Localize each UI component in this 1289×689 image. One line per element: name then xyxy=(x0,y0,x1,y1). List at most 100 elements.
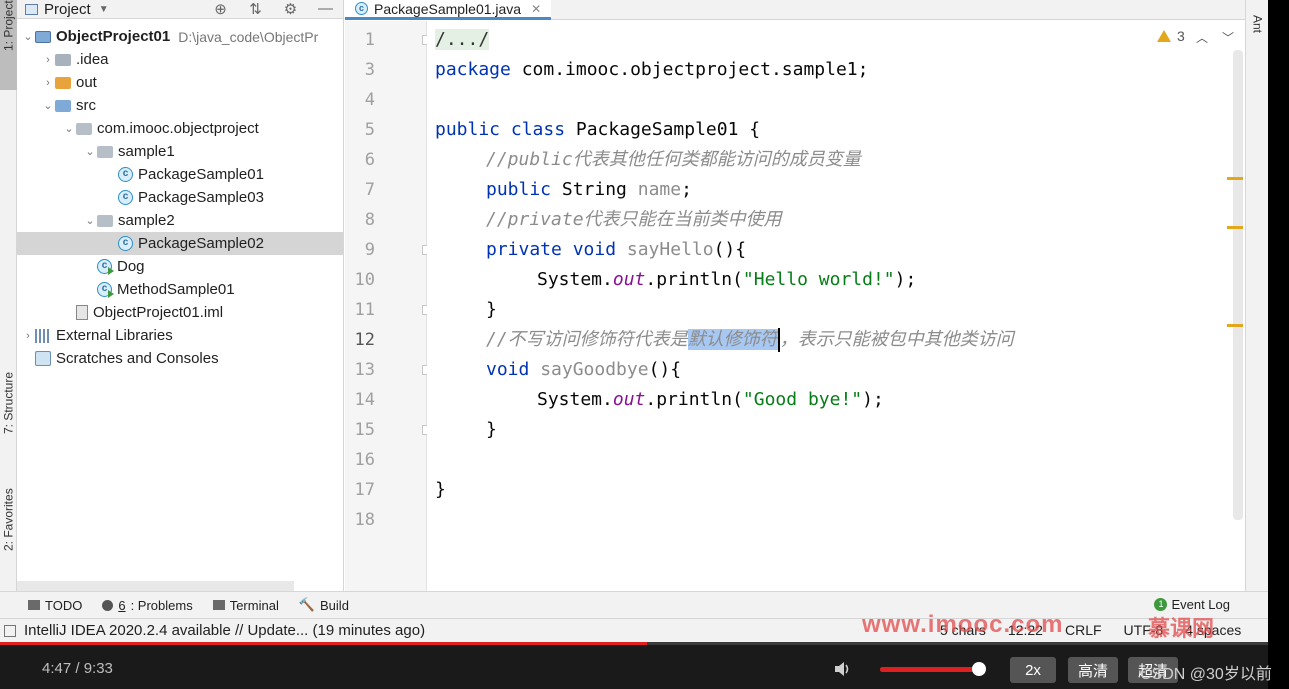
terminal-icon xyxy=(212,600,225,610)
chevron-right-icon[interactable]: › xyxy=(41,54,55,66)
ant-tool-tab[interactable]: Ant xyxy=(1249,4,1266,44)
tree-item[interactable]: ⌄ sample2 xyxy=(17,209,343,232)
playback-speed-button[interactable]: 2x xyxy=(1010,657,1056,683)
tree-item[interactable]: ⌄ src xyxy=(17,94,343,117)
event-log-label: Event Log xyxy=(1171,597,1230,612)
structure-tool-tab[interactable]: 7: Structure xyxy=(0,372,17,466)
terminal-tab-label: Terminal xyxy=(229,597,279,613)
editor-gutter[interactable]: 1 3 4 5 6 7 8 9 10 11 12 13 14 15 16 17 18 xyxy=(345,21,432,591)
package-icon xyxy=(76,122,92,135)
tree-item[interactable]: c PackageSample01 xyxy=(17,163,343,186)
class-icon: c xyxy=(355,2,368,15)
tree-item[interactable]: Scratches and Consoles xyxy=(17,347,343,370)
chevron-right-icon[interactable]: › xyxy=(21,330,35,342)
warning-marker[interactable] xyxy=(1227,177,1243,180)
tree-item[interactable]: ObjectProject01.iml xyxy=(17,301,343,324)
warning-marker[interactable] xyxy=(1227,324,1243,327)
folded-imports[interactable]: /.../ xyxy=(435,29,490,50)
chevron-down-icon[interactable]: ▼ xyxy=(99,4,109,15)
tree-item[interactable]: › out xyxy=(17,71,343,94)
line-number: 16 xyxy=(354,450,375,470)
editor-vertical-scrollbar[interactable] xyxy=(1233,50,1243,520)
favorites-tool-tab-label: 2: Favorites xyxy=(1,488,16,551)
code-line-6: //public代表其他任何类都能访问的成员变量 xyxy=(486,149,861,170)
inspection-widget[interactable]: 3 xyxy=(1157,28,1185,44)
chevron-down-icon[interactable]: ⌄ xyxy=(62,122,76,135)
warning-icon xyxy=(1157,30,1171,42)
status-toggle-icon[interactable] xyxy=(4,624,16,637)
volume-slider[interactable] xyxy=(880,667,980,672)
project-view-icon xyxy=(25,3,38,15)
volume-knob[interactable] xyxy=(972,662,986,676)
todo-tab[interactable]: TODO xyxy=(0,598,92,613)
tree-item[interactable]: › External Libraries xyxy=(17,324,343,347)
tree-item[interactable]: c PackageSample03 xyxy=(17,186,343,209)
tree-item[interactable]: ⌄ ObjectProject01 D:\java_code\ObjectPr xyxy=(17,25,343,48)
imooc-watermark-cn: 慕课网 xyxy=(1148,616,1215,641)
tree-item-label: sample1 xyxy=(118,143,175,160)
code-line-9: private void sayHello(){ xyxy=(486,239,747,260)
line-separator[interactable]: CRLF xyxy=(1065,622,1102,638)
project-tool-tab[interactable]: 1: Project xyxy=(0,0,17,90)
line-number: 17 xyxy=(354,480,375,500)
line-number: 6 xyxy=(364,150,375,170)
minimize-icon[interactable]: — xyxy=(308,0,343,18)
terminal-tab[interactable]: Terminal xyxy=(203,598,289,613)
tree-item[interactable]: c MethodSample01 xyxy=(17,278,343,301)
class-icon: c xyxy=(118,190,133,205)
locate-icon[interactable]: ⊕ xyxy=(203,0,238,18)
volume-icon[interactable] xyxy=(832,659,852,679)
line-number: 13 xyxy=(354,360,375,380)
right-tool-stripe: Ant xyxy=(1245,0,1268,591)
highlight-navigation: ︿ ﹀ xyxy=(1196,29,1234,46)
code-line-12: //不写访问修饰符代表是默认修饰符 ，表示只能被包中其他类访问 xyxy=(486,328,1014,352)
chevron-down-icon[interactable]: ⌄ xyxy=(41,99,55,112)
structure-tool-tab-label: 7: Structure xyxy=(1,372,16,435)
close-icon[interactable]: ✕ xyxy=(531,2,541,16)
project-panel-title[interactable]: Project xyxy=(44,1,91,18)
editor-tab-bar: c PackageSample01.java ✕ xyxy=(345,0,1245,20)
project-horizontal-scrollbar[interactable] xyxy=(17,581,294,591)
tree-item[interactable]: c Dog xyxy=(17,255,343,278)
favorites-tool-tab[interactable]: 2: Favorites xyxy=(0,488,17,580)
tree-item[interactable]: c PackageSample02 xyxy=(17,232,343,255)
video-letterbox xyxy=(1268,0,1289,689)
line-number: 11 xyxy=(354,300,375,320)
quality-button[interactable]: 高清 xyxy=(1068,657,1118,683)
collapse-all-icon[interactable]: ⇅ xyxy=(238,0,273,18)
tree-item[interactable]: ⌄ sample1 xyxy=(17,140,343,163)
warning-marker[interactable] xyxy=(1227,226,1243,229)
project-tool-tab-label: 1: Project xyxy=(1,0,16,51)
chevron-down-icon[interactable]: ⌄ xyxy=(83,145,97,158)
line-number: 10 xyxy=(354,270,375,290)
tree-item-label: ObjectProject01 xyxy=(56,28,171,45)
hammer-icon: 🔨 xyxy=(298,597,316,612)
line-number: 15 xyxy=(354,420,375,440)
chevron-down-icon[interactable]: ⌄ xyxy=(83,214,97,227)
tree-item-label: MethodSample01 xyxy=(117,281,235,298)
tree-item-label: PackageSample03 xyxy=(138,189,264,206)
tree-item[interactable]: › .idea xyxy=(17,48,343,71)
chevron-up-icon[interactable]: ︿ xyxy=(1196,29,1208,46)
csdn-watermark: CSDN @30岁以前 xyxy=(1140,666,1272,683)
problems-tab[interactable]: 6: Problems xyxy=(92,598,202,613)
video-progress-bar[interactable] xyxy=(0,642,1268,645)
gear-icon[interactable]: ⚙ xyxy=(273,0,308,18)
problems-tab-label: : Problems xyxy=(130,597,193,613)
module-icon xyxy=(35,30,51,43)
chevron-down-icon[interactable]: ⌄ xyxy=(21,30,35,43)
code-editor[interactable]: /.../ package com.imooc.objectproject.sa… xyxy=(427,21,1245,591)
event-log-tab[interactable]: 1 Event Log xyxy=(1154,597,1230,612)
code-line-14: System.out.println("Good bye!"); xyxy=(537,389,884,410)
editor-tab-packagesample01[interactable]: c PackageSample01.java ✕ xyxy=(345,0,552,20)
line-number: 9 xyxy=(364,240,375,260)
line-number: 8 xyxy=(364,210,375,230)
line-number: 5 xyxy=(364,120,375,140)
tree-item[interactable]: ⌄ com.imooc.objectproject xyxy=(17,117,343,140)
status-message[interactable]: IntelliJ IDEA 2020.2.4 available // Upda… xyxy=(24,622,425,639)
chevron-down-icon[interactable]: ﹀ xyxy=(1222,29,1234,46)
tree-item-label: ObjectProject01.iml xyxy=(93,304,224,321)
list-icon xyxy=(28,600,40,610)
chevron-right-icon[interactable]: › xyxy=(41,77,55,89)
build-tab[interactable]: 🔨 Build xyxy=(289,597,359,613)
